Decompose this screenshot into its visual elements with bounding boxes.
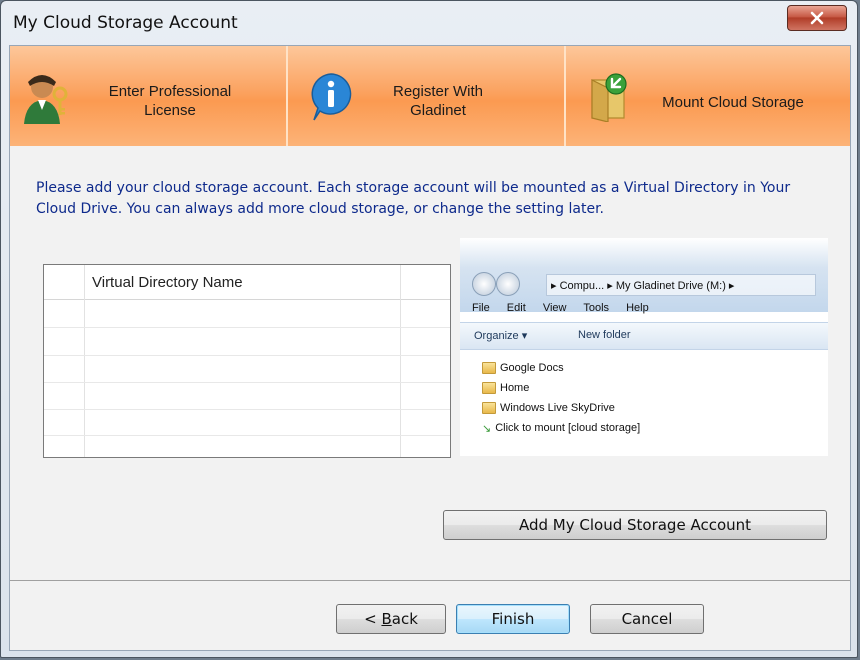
preview-item-label: Home (500, 382, 530, 394)
preview-address-path: ▸ Compu... ▸ My Gladinet Drive (M:) ▸ (546, 274, 816, 296)
preview-item-label: Windows Live SkyDrive (500, 402, 615, 414)
instructions-text: Please add your cloud storage account. E… (36, 180, 791, 217)
back-button-prefix: < (364, 610, 382, 628)
column-header-virtual-directory-name[interactable]: Virtual Directory Name (92, 274, 243, 291)
preview-menu-help: Help (626, 302, 649, 314)
title-bar: My Cloud Storage Account (1, 1, 857, 45)
back-button[interactable]: < Back (336, 604, 446, 634)
preview-menu-file: File (472, 302, 490, 314)
grid-divider (84, 265, 85, 457)
folder-icon (482, 402, 496, 414)
preview-new-folder: New folder (578, 329, 631, 341)
folder-icon (482, 362, 496, 374)
step-license-line1: Enter Professional (108, 83, 232, 100)
dialog-client-area: Enter Professional License Register With… (9, 45, 851, 651)
preview-toolbar: Organize ▾ New folder (460, 322, 828, 350)
mount-folder-icon (591, 73, 627, 122)
preview-menu-view: View (542, 302, 567, 314)
finish-button[interactable]: Finish (456, 604, 570, 634)
cancel-button[interactable]: Cancel (590, 604, 704, 634)
preview-item-label: Google Docs (500, 362, 564, 374)
add-cloud-storage-account-button[interactable]: Add My Cloud Storage Account (443, 510, 827, 540)
close-icon (810, 11, 824, 25)
step-mount-label: Mount Cloud Storage (662, 94, 804, 111)
back-button-accel: B (381, 610, 392, 628)
table-row[interactable] (44, 355, 450, 356)
step-license-line2: License (144, 102, 196, 119)
step-register-line2: Gladinet (410, 102, 466, 119)
explorer-preview-image: ▸ Compu... ▸ My Gladinet Drive (M:) ▸ Fi… (460, 238, 828, 456)
preview-address-bar: ▸ Compu... ▸ My Gladinet Drive (M:) ▸ (460, 238, 828, 312)
close-button[interactable] (787, 5, 847, 31)
virtual-directory-grid[interactable]: Virtual Directory Name (43, 264, 451, 458)
list-item: ↘ Click to mount [cloud storage] (482, 418, 640, 438)
step-register[interactable]: Register With Gladinet (288, 46, 566, 146)
preview-menu-edit: Edit (506, 302, 526, 314)
preview-folder-list: Google Docs Home Windows Live SkyDrive ↘… (482, 358, 640, 438)
step-register-line1: Register With (392, 83, 484, 100)
grid-divider (400, 265, 401, 457)
back-button-rest: ack (391, 610, 418, 628)
preview-menu-bar: File Edit View Tools Help (472, 302, 663, 314)
step-mount-cloud[interactable]: Mount Cloud Storage (566, 46, 850, 146)
folder-icon (482, 382, 496, 394)
window-title: My Cloud Storage Account (13, 13, 238, 33)
table-row[interactable] (44, 327, 450, 328)
wizard-steps: Enter Professional License Register With… (10, 46, 850, 146)
table-row[interactable] (44, 435, 450, 436)
forward-arrow-icon (496, 272, 520, 296)
preview-menu-tools: Tools (583, 302, 610, 314)
list-item: Windows Live SkyDrive (482, 398, 640, 418)
grid-header: Virtual Directory Name (44, 265, 450, 300)
table-row[interactable] (44, 409, 450, 410)
preview-nav-buttons (472, 272, 532, 296)
preview-organize: Organize ▾ (474, 330, 528, 342)
list-item: Google Docs (482, 358, 640, 378)
list-item: Home (482, 378, 640, 398)
back-arrow-icon (472, 272, 496, 296)
dialog-window: My Cloud Storage Account Enter Professio… (0, 0, 858, 658)
preview-item-label: Click to mount [cloud storage] (495, 422, 641, 434)
mount-arrow-icon: ↘ (482, 422, 492, 435)
table-row[interactable] (44, 382, 450, 383)
step-enter-license[interactable]: Enter Professional License (10, 46, 288, 146)
user-key-icon (24, 75, 68, 124)
footer-separator (10, 580, 850, 581)
